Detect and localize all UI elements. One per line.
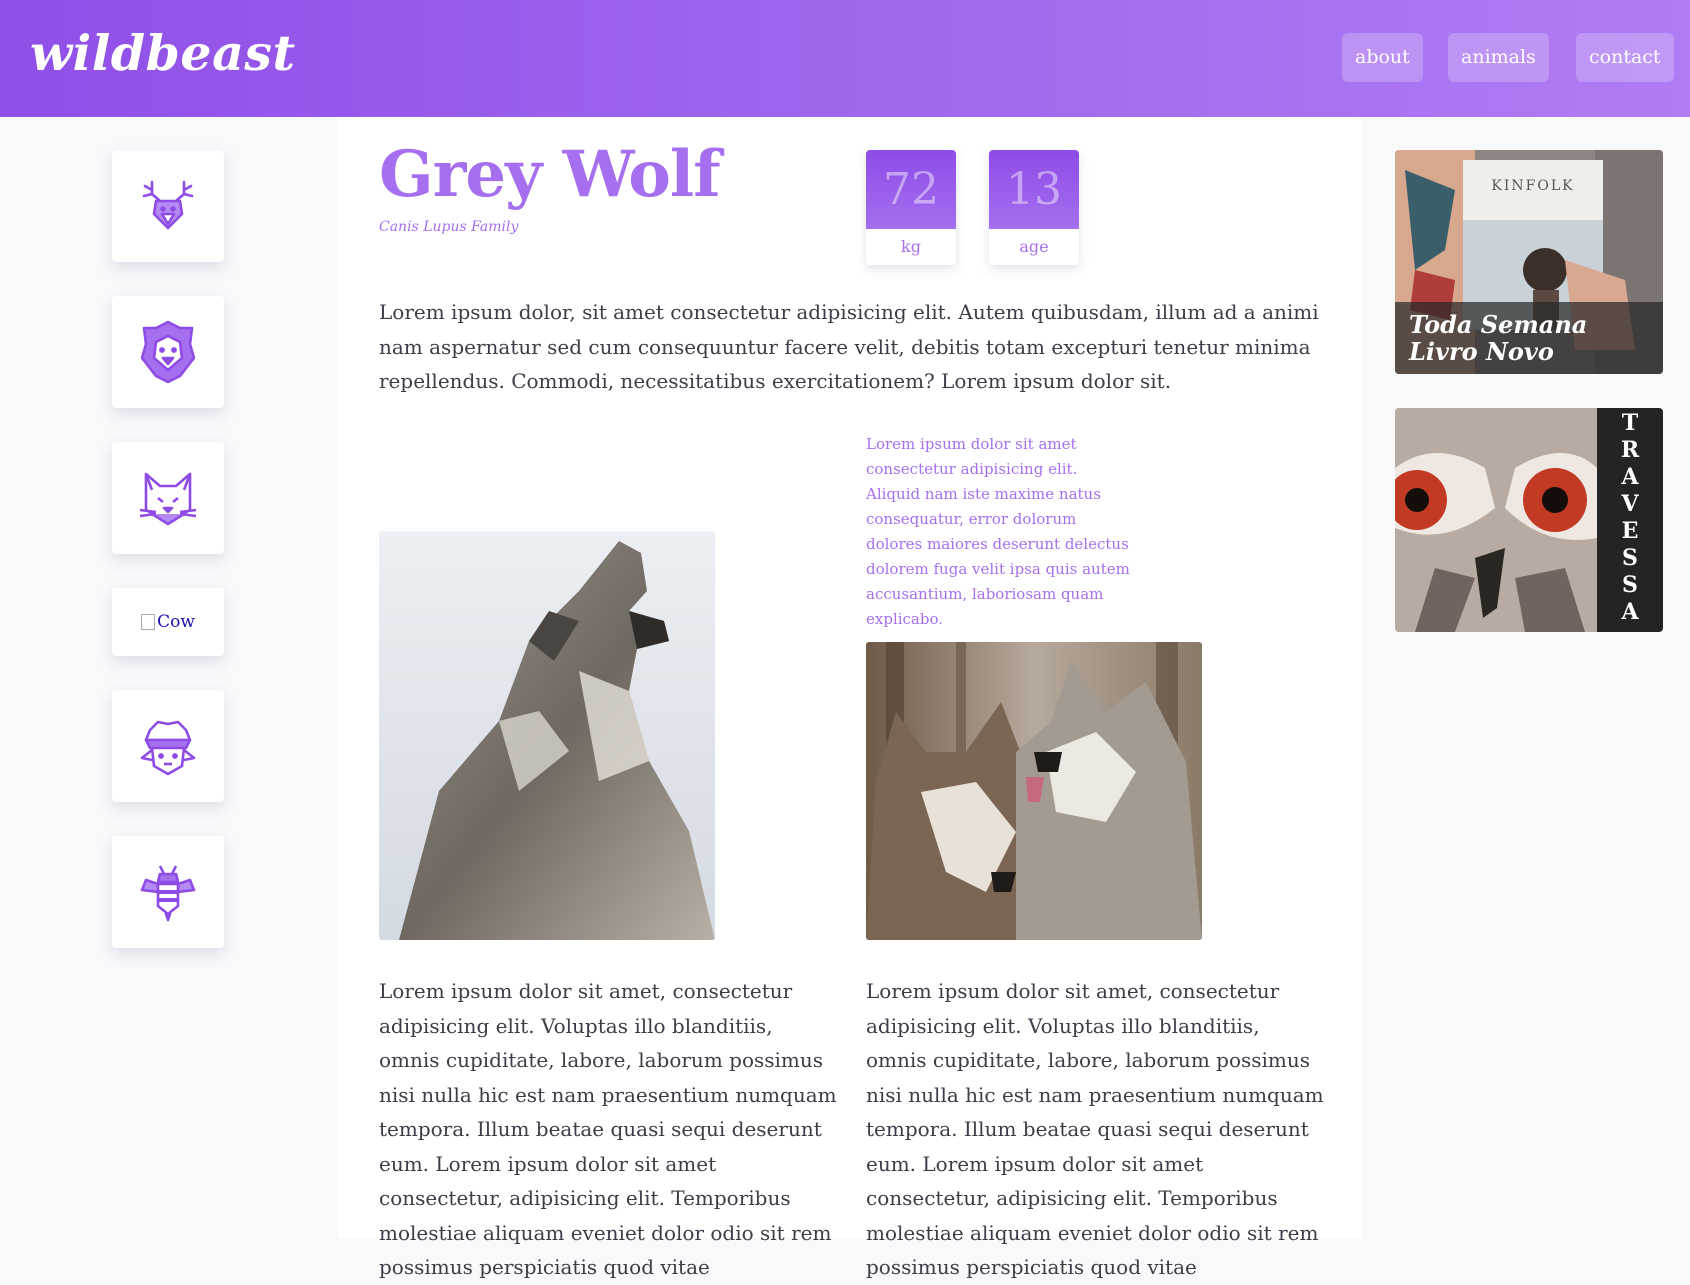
travessa-letter: R — [1620, 437, 1640, 463]
sidebar-item-sheep[interactable] — [112, 690, 224, 802]
weight-stat: 72 kg — [866, 150, 956, 265]
travessa-letter: S — [1622, 572, 1638, 598]
age-unit: age — [1019, 237, 1049, 256]
cow-image-alt: Cow — [157, 612, 195, 632]
travessa-brand: TRAVESSA — [1597, 408, 1663, 632]
deer-icon — [142, 180, 194, 230]
kinfolk-caption-line1: Toda Semana — [1409, 310, 1588, 339]
sheep-icon — [140, 720, 196, 776]
travessa-letter: A — [1621, 599, 1639, 625]
travessa-ad[interactable]: TRAVESSA — [1395, 408, 1663, 632]
page-title: Grey Wolf — [379, 137, 721, 212]
travessa-letter: V — [1621, 491, 1639, 517]
kinfolk-caption-line2: Livro Novo — [1409, 337, 1554, 366]
sidebar-item-bee[interactable] — [112, 836, 224, 948]
weight-value: 72 — [866, 150, 956, 229]
kinfolk-caption: Toda Semana Livro Novo — [1395, 302, 1663, 374]
cow-broken-image: Cow — [141, 612, 195, 632]
age-stat: 13 age — [989, 150, 1079, 265]
bee-icon — [140, 865, 196, 922]
lion-icon — [140, 320, 196, 384]
travessa-letter: T — [1621, 410, 1639, 436]
sidebar-item-cat[interactable] — [112, 442, 224, 554]
weight-unit: kg — [901, 237, 921, 256]
animal-family: Canis Lupus Family — [379, 219, 519, 235]
kinfolk-ad[interactable]: KINFOLK Toda Semana Livro Novo — [1395, 150, 1663, 374]
aside-note: Lorem ipsum dolor sit amet consectetur a… — [866, 435, 1130, 628]
nav-contact[interactable]: contact — [1576, 33, 1674, 82]
howling-wolf-photo — [379, 531, 715, 940]
travessa-letter: E — [1621, 518, 1639, 544]
sidebar-item-cow[interactable]: Cow — [112, 588, 224, 656]
kinfolk-brand: KINFOLK — [1491, 178, 1575, 194]
sidebar-item-lion[interactable] — [112, 296, 224, 408]
age-value: 13 — [989, 150, 1079, 229]
travessa-letter: A — [1621, 464, 1639, 490]
broken-image-icon — [141, 614, 156, 630]
travessa-letter: S — [1622, 545, 1638, 571]
site-logo[interactable]: wildbeast — [30, 24, 296, 82]
nav-animals[interactable]: animals — [1448, 33, 1549, 82]
cat-icon — [139, 472, 197, 526]
nav-about[interactable]: about — [1342, 33, 1423, 82]
site-header: wildbeast about animals contact — [0, 0, 1690, 117]
sidebar-item-deer[interactable] — [112, 150, 224, 262]
two-wolves-photo — [866, 642, 1202, 940]
intro-paragraph: Lorem ipsum dolor, sit amet consectetur … — [379, 300, 1319, 393]
